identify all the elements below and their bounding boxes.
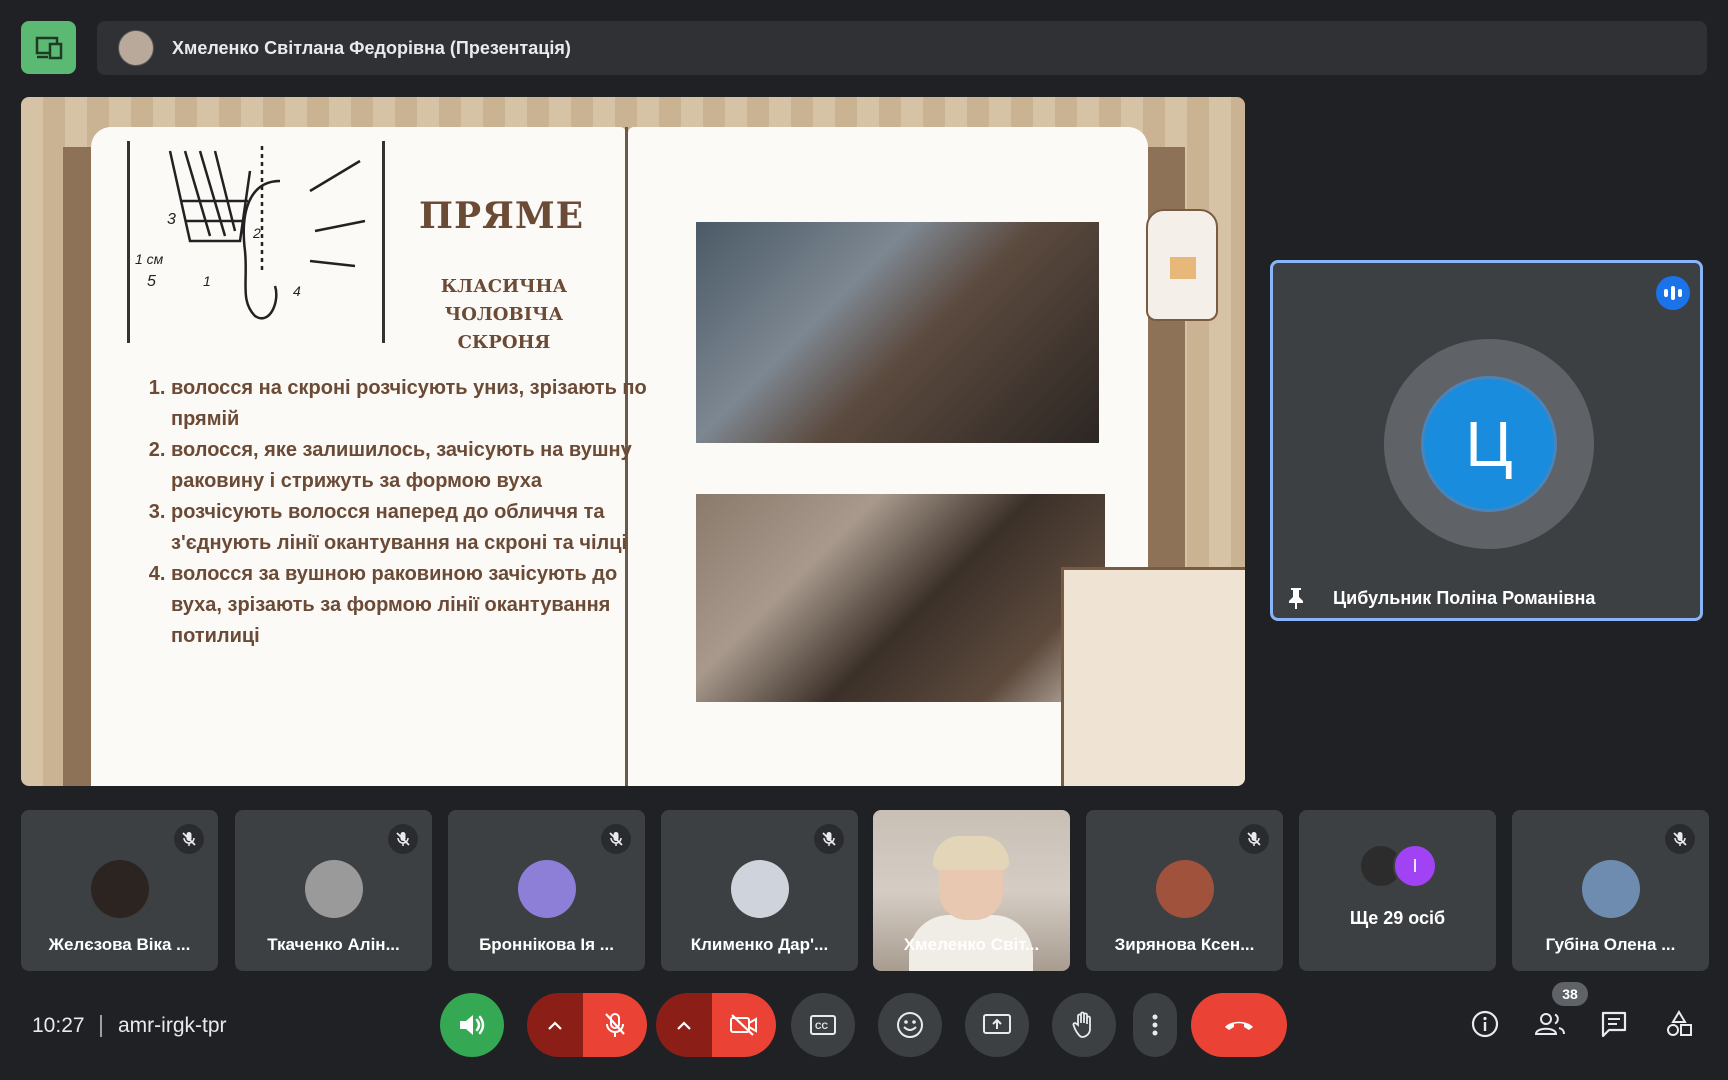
diagram-label-2: 2	[253, 225, 261, 241]
present-now-button[interactable]	[965, 993, 1029, 1057]
participant-avatar: Ц	[1421, 376, 1557, 512]
barber-photo-scissors	[696, 494, 1105, 702]
steps-list: волосся на скроні розчісують униз, зріза…	[131, 373, 661, 652]
hang-up-icon	[1225, 1021, 1253, 1030]
microphone-control	[527, 993, 647, 1057]
diagram-label-1: 1	[203, 273, 211, 289]
avatar	[1156, 860, 1214, 918]
presentation-layout-button[interactable]	[21, 21, 76, 74]
mic-off-icon	[605, 1013, 625, 1037]
camera-off-icon	[730, 1014, 757, 1036]
presenter-avatar	[118, 30, 154, 66]
mic-off-icon	[601, 824, 631, 854]
more-participants-tile[interactable]: І Ще 29 осіб	[1299, 810, 1496, 971]
people-icon	[1534, 1013, 1565, 1035]
participant-name: Зирянова Ксен...	[1114, 935, 1255, 954]
chat-button[interactable]	[1594, 1004, 1634, 1044]
participant-name: Клименко Дар'...	[690, 935, 829, 954]
diagram-label-1cm: 1 см	[135, 251, 164, 267]
audio-options-button[interactable]	[527, 993, 583, 1057]
closed-captions-icon: CC	[810, 1015, 836, 1035]
participant-name: Губіна Олена ...	[1545, 935, 1676, 954]
present-screen-icon	[35, 36, 62, 59]
chevron-up-icon	[548, 1020, 562, 1030]
speaking-indicator-icon	[1656, 276, 1690, 310]
activities-shapes-icon	[1667, 1010, 1692, 1036]
captions-button[interactable]: CC	[791, 993, 855, 1057]
mic-off-icon	[174, 824, 204, 854]
avatar	[1582, 860, 1640, 918]
presenter-title: Хмеленко Світлана Федорівна (Презентація…	[172, 37, 571, 58]
meeting-time: 10:27	[32, 1014, 85, 1037]
haircut-diagram	[127, 141, 385, 343]
leave-call-button[interactable]	[1191, 993, 1287, 1057]
avatar	[518, 860, 576, 918]
emoji-icon	[897, 1012, 923, 1038]
video-options-button[interactable]	[656, 993, 712, 1057]
slide-subheading: КЛАСИЧНА ЧОЛОВІЧА СКРОНЯ	[440, 276, 568, 353]
participant-name: Ткаченко Алін...	[267, 935, 400, 954]
laptop-illustration	[1061, 567, 1245, 786]
participant-name: Хмеленко Світ...	[903, 935, 1040, 954]
pinned-participant-name: Цибульник Поліна Романівна	[1333, 588, 1596, 608]
diagram-label-4: 4	[293, 283, 301, 299]
reactions-button[interactable]	[878, 993, 942, 1057]
more-avatars: І	[1359, 844, 1439, 888]
participant-tile[interactable]: Броннікова Ія ...	[448, 810, 645, 971]
avatar	[91, 860, 149, 918]
more-vert-icon	[1152, 1014, 1158, 1036]
info-icon	[1471, 1010, 1499, 1038]
more-participants-label: Ще 29 осіб	[1349, 908, 1446, 928]
divider	[100, 1015, 102, 1037]
pin-icon[interactable]	[1287, 586, 1305, 610]
participant-name: Желєзова Віка ...	[48, 935, 191, 954]
avatar	[305, 860, 363, 918]
participant-tile[interactable]: Губіна Олена ...	[1512, 810, 1709, 971]
step-item: волосся за вушною раковиною зачісують до…	[171, 559, 661, 652]
avatar: І	[1393, 844, 1437, 888]
avatar	[731, 860, 789, 918]
pinned-participant-tile[interactable]: Ц Цибульник Поліна Романівна	[1270, 260, 1703, 621]
presenter-bar: Хмеленко Світлана Федорівна (Презентація…	[97, 21, 1707, 75]
speaker-button[interactable]	[440, 993, 504, 1057]
mic-off-icon	[388, 824, 418, 854]
mic-off-icon	[1239, 824, 1269, 854]
participant-tile[interactable]: Желєзова Віка ...	[21, 810, 218, 971]
diagram-label-5: 5	[147, 273, 156, 290]
mic-off-icon	[1665, 824, 1695, 854]
participant-tile-video[interactable]: Хмеленко Світ...	[873, 810, 1070, 971]
step-item: волосся на скроні розчісують униз, зріза…	[171, 373, 661, 435]
step-item: волосся, яке залишилось, зачісують на ву…	[171, 435, 661, 497]
present-screen-icon	[983, 1014, 1011, 1034]
participant-tile[interactable]: Клименко Дар'...	[661, 810, 858, 971]
step-item: розчісують волосся наперед до обличчя та…	[171, 497, 661, 559]
camera-toggle-button[interactable]	[712, 993, 776, 1057]
raise-hand-button[interactable]	[1052, 993, 1116, 1057]
camera-control	[656, 993, 776, 1057]
meeting-code: amr-irgk-tpr	[118, 1014, 227, 1037]
meeting-details-button[interactable]	[1465, 1004, 1505, 1044]
video-hair	[933, 836, 1009, 870]
participant-tile[interactable]: Ткаченко Алін...	[235, 810, 432, 971]
presentation-slide: 3 1 см 5 1 2 4 ПРЯМЕ КЛАСИЧНА ЧОЛОВІЧА С…	[21, 97, 1245, 786]
more-options-button[interactable]	[1133, 993, 1177, 1057]
chevron-up-icon	[677, 1020, 691, 1030]
diagram-label-3: 3	[167, 211, 176, 228]
microphone-toggle-button[interactable]	[583, 993, 647, 1057]
mic-off-icon	[814, 824, 844, 854]
chat-icon	[1601, 1011, 1627, 1038]
speaker-icon	[460, 1015, 485, 1035]
participant-tile[interactable]: Зирянова Ксен...	[1086, 810, 1283, 971]
barber-photo-clipper	[696, 222, 1099, 443]
svg-text:CC: CC	[815, 1021, 828, 1031]
participant-count-badge: 38	[1552, 982, 1588, 1006]
hand-icon	[1072, 1011, 1091, 1038]
vase-label-illustration	[1170, 257, 1196, 279]
people-button[interactable]	[1530, 1004, 1570, 1044]
activities-button[interactable]	[1659, 1004, 1699, 1044]
slide-heading: ПРЯМЕ	[419, 195, 585, 237]
participant-name: Броннікова Ія ...	[479, 935, 614, 954]
